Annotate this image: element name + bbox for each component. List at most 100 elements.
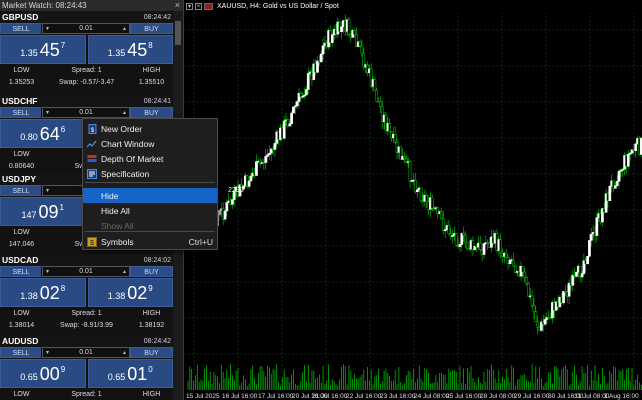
sell-button[interactable]: SELL bbox=[0, 23, 42, 34]
candle-body bbox=[292, 106, 295, 114]
bid-price-button[interactable]: 147 09 1 bbox=[0, 197, 86, 226]
lot-increase-icon[interactable]: ▴ bbox=[123, 109, 126, 116]
ask-price-prefix: 0.65 bbox=[107, 371, 126, 382]
candle-body bbox=[388, 123, 392, 133]
close-icon[interactable]: × bbox=[175, 0, 180, 11]
high-label: HIGH bbox=[142, 309, 161, 317]
symbol-block-audusd[interactable]: AUDUSD 08:24:42 SELL ▾ 0.01 ▴ BUY 0.65 0… bbox=[0, 335, 173, 400]
menu-separator bbox=[85, 231, 215, 232]
candle-body bbox=[416, 189, 419, 193]
candle-body bbox=[447, 225, 451, 235]
bid-price-fraction: 7 bbox=[60, 41, 66, 50]
x-axis-label: 1 Aug 16:00 bbox=[604, 393, 639, 400]
candle-body bbox=[430, 197, 434, 209]
x-axis-label: 25 Jul 16:00 bbox=[446, 393, 482, 400]
chart-menu-icon[interactable]: ▾ bbox=[186, 2, 193, 10]
candle-body bbox=[358, 41, 362, 47]
bid-price-button[interactable]: 1.35 45 7 bbox=[0, 35, 86, 64]
bid-price-button[interactable]: 0.65 00 9 bbox=[0, 359, 86, 388]
buy-button[interactable]: BUY bbox=[130, 347, 173, 358]
menu-item-symbols[interactable]: $ Symbols Ctrl+U bbox=[83, 234, 217, 249]
lot-decrease-icon[interactable]: ▾ bbox=[46, 187, 49, 194]
candle-body bbox=[525, 277, 528, 284]
sell-button[interactable]: SELL bbox=[0, 107, 42, 118]
menu-item-hide-all[interactable]: Hide All bbox=[83, 203, 217, 218]
symbol-header[interactable]: GBPUSD 08:24:42 bbox=[0, 11, 173, 23]
candle-body bbox=[615, 181, 619, 186]
lot-increase-icon[interactable]: ▴ bbox=[123, 349, 126, 356]
candle-body bbox=[530, 295, 534, 306]
candle-body bbox=[290, 112, 293, 125]
candle-body bbox=[586, 256, 589, 265]
menu-item-new-order[interactable]: $ New Order bbox=[83, 121, 217, 136]
chart-close-icon[interactable]: × bbox=[195, 2, 202, 10]
x-axis-label: 23 Jul 16:00 bbox=[380, 393, 416, 400]
sell-button[interactable]: SELL bbox=[0, 347, 42, 358]
candle-body bbox=[218, 210, 221, 216]
lot-size-input[interactable]: ▾ 0.01 ▴ bbox=[42, 347, 130, 358]
sell-button[interactable]: SELL bbox=[0, 185, 42, 196]
candle-body bbox=[419, 187, 423, 202]
low-label: LOW bbox=[13, 228, 30, 236]
menu-item-shortcut: Ctrl+U bbox=[188, 236, 213, 247]
sell-button[interactable]: SELL bbox=[0, 266, 42, 277]
ask-price-button[interactable]: 1.35 45 8 bbox=[87, 35, 173, 64]
menu-item-chart-window[interactable]: Chart Window bbox=[83, 136, 217, 151]
candle-body bbox=[408, 161, 412, 182]
buy-button[interactable]: BUY bbox=[130, 23, 173, 34]
low-label: LOW bbox=[13, 390, 30, 398]
scrollbar-thumb[interactable] bbox=[175, 21, 181, 45]
new-order-icon: $ bbox=[87, 123, 97, 134]
candle-body bbox=[499, 239, 502, 254]
x-axis-label: 22 Jul 16:00 bbox=[346, 393, 382, 400]
buy-button[interactable]: BUY bbox=[130, 266, 173, 277]
low-value: 1.35253 bbox=[8, 78, 35, 86]
symbol-header[interactable]: AUDUSD 08:24:42 bbox=[0, 335, 173, 347]
candle-body bbox=[521, 265, 525, 273]
candle-body bbox=[532, 305, 536, 312]
bid-price-fraction: 9 bbox=[60, 365, 66, 374]
ask-price-button[interactable]: 1.38 02 9 bbox=[87, 278, 173, 307]
high-value: 1.35510 bbox=[138, 78, 165, 86]
swap-text: Swap: -0.57/-3.47 bbox=[58, 78, 115, 86]
symbol-header[interactable]: USDCAD 08:24:02 bbox=[0, 254, 173, 266]
lot-size-input[interactable]: ▾ 0.01 ▴ bbox=[42, 23, 130, 34]
market-watch-title: Market Watch: 08:24:43 bbox=[2, 1, 87, 10]
candle-body bbox=[634, 143, 638, 151]
lot-decrease-icon[interactable]: ▾ bbox=[46, 349, 49, 356]
lot-size-input[interactable]: ▾ 0.01 ▴ bbox=[42, 266, 130, 277]
buy-button[interactable]: BUY bbox=[130, 107, 173, 118]
lot-size-value: 0.01 bbox=[79, 268, 93, 275]
menu-item-hide[interactable]: Hide bbox=[83, 188, 217, 203]
bid-price-button[interactable]: 1.38 02 8 bbox=[0, 278, 86, 307]
symbol-name: USDCHF bbox=[2, 96, 38, 106]
menu-item-specification[interactable]: Specification bbox=[83, 166, 217, 181]
candle-body bbox=[527, 282, 530, 297]
symbol-block-gbpusd[interactable]: GBPUSD 08:24:42 SELL ▾ 0.01 ▴ BUY 1.35 4… bbox=[0, 11, 173, 92]
symbol-block-usdcad[interactable]: USDCAD 08:24:02 SELL ▾ 0.01 ▴ BUY 1.38 0… bbox=[0, 254, 173, 335]
lot-increase-icon[interactable]: ▴ bbox=[123, 25, 126, 32]
lot-decrease-icon[interactable]: ▾ bbox=[46, 109, 49, 116]
bid-price-prefix: 1.38 bbox=[20, 290, 38, 301]
price-chart[interactable]: 2290 15 Jul 2025 16 Jul 16:00 17 Jul 16:00 2… bbox=[184, 0, 642, 400]
bid-price-pips: 64 bbox=[39, 123, 60, 144]
menu-item-depth-of-market[interactable]: Depth Of Market bbox=[83, 151, 217, 166]
bid-price-fraction: 8 bbox=[60, 284, 66, 293]
candle-body bbox=[462, 233, 465, 236]
candle-body bbox=[295, 101, 299, 107]
lot-increase-icon[interactable]: ▴ bbox=[123, 268, 126, 275]
candle-body bbox=[375, 89, 379, 102]
candle-body bbox=[580, 273, 584, 278]
symbol-name: USDCAD bbox=[2, 255, 39, 265]
ask-price-prefix: 1.35 bbox=[107, 47, 126, 58]
ask-price-button[interactable]: 0.65 01 0 bbox=[87, 359, 173, 388]
symbol-header[interactable]: USDCHF 08:24:41 bbox=[0, 95, 173, 107]
lot-decrease-icon[interactable]: ▾ bbox=[46, 25, 49, 32]
svg-text:$: $ bbox=[90, 240, 94, 247]
bid-price-pips: 02 bbox=[39, 282, 60, 303]
candle-body bbox=[393, 134, 397, 143]
lot-size-input[interactable]: ▾ 0.01 ▴ bbox=[42, 107, 130, 118]
lot-decrease-icon[interactable]: ▾ bbox=[46, 268, 49, 275]
bid-price-button[interactable]: 0.80 64 6 bbox=[0, 119, 86, 148]
swap-text: Swap: -8.91/3.99 bbox=[60, 321, 113, 329]
